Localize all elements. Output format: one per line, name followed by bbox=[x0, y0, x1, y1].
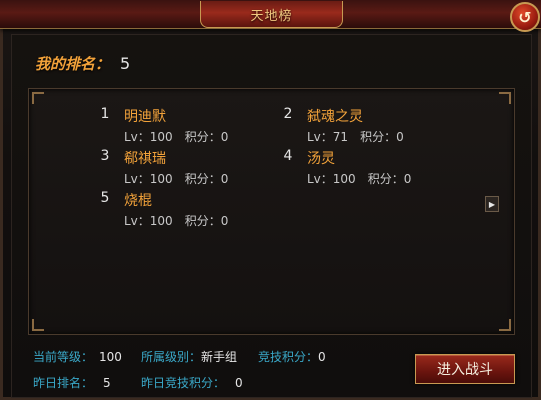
corner-ornament bbox=[499, 92, 511, 104]
player-level: Lv：100 bbox=[124, 214, 173, 228]
player-stats: Lv：100 积分：0 bbox=[124, 212, 228, 229]
rank-number: 4 bbox=[283, 148, 293, 164]
yesterday-rank-label: 昨日排名： bbox=[33, 376, 94, 390]
group: 所属级别：新手组 bbox=[141, 348, 237, 365]
player-points: 积分：0 bbox=[184, 172, 229, 186]
back-arrow-icon: ↺ bbox=[518, 7, 532, 27]
player-stats: Lv：71 积分：0 bbox=[307, 128, 404, 145]
player-level: Lv：100 bbox=[124, 172, 173, 186]
player-points: 积分：0 bbox=[184, 130, 229, 144]
player-points: 积分：0 bbox=[184, 214, 229, 228]
corner-ornament bbox=[32, 319, 44, 331]
next-page-arrow-icon[interactable]: ▶ bbox=[485, 196, 499, 212]
window-title: 天地榜 bbox=[250, 8, 293, 24]
rank-number: 5 bbox=[100, 190, 110, 206]
back-button[interactable]: ↺ bbox=[510, 2, 540, 32]
current-level: 当前等级： 100 bbox=[33, 348, 122, 365]
current-level-value: 100 bbox=[99, 350, 122, 364]
player-points: 积分：0 bbox=[367, 172, 412, 186]
yesterday-rank-value: 5 bbox=[103, 376, 111, 390]
title-plate: 天地榜 bbox=[200, 1, 343, 28]
yesterday-points: 昨日竞技积分： 0 bbox=[141, 374, 243, 391]
arena-points: 竞技积分：0 bbox=[258, 348, 326, 365]
corner-ornament bbox=[499, 319, 511, 331]
player-name: 烧棍 bbox=[124, 193, 152, 209]
player-level: Lv：100 bbox=[307, 172, 356, 186]
player-level: Lv：100 bbox=[124, 130, 173, 144]
current-level-label: 当前等级： bbox=[33, 350, 94, 364]
yesterday-points-value: 0 bbox=[235, 376, 243, 390]
corner-ornament bbox=[32, 92, 44, 104]
ranking-list bbox=[28, 88, 515, 335]
my-rank-value: 5 bbox=[120, 53, 131, 73]
enter-battle-label: 进入战斗 bbox=[437, 362, 493, 378]
title-bar: 天地榜 bbox=[0, 0, 541, 29]
player-name: 明迪默 bbox=[124, 109, 166, 125]
enter-battle-button[interactable]: 进入战斗 bbox=[415, 354, 515, 384]
my-rank-label: 我的排名： bbox=[35, 54, 111, 73]
yesterday-points-label: 昨日竞技积分： bbox=[141, 376, 226, 390]
group-label: 所属级别： bbox=[141, 350, 202, 364]
rank-number: 2 bbox=[283, 106, 293, 122]
my-rank: 我的排名： 5 bbox=[35, 52, 130, 74]
player-stats: Lv：100 积分：0 bbox=[124, 170, 228, 187]
yesterday-rank: 昨日排名： 5 bbox=[33, 374, 111, 391]
player-name: 郗祺瑞 bbox=[124, 151, 166, 167]
player-name: 汤灵 bbox=[307, 151, 335, 167]
player-points: 积分：0 bbox=[360, 130, 404, 144]
arena-points-value: 0 bbox=[318, 350, 326, 364]
player-name: 弑魂之灵 bbox=[307, 109, 363, 125]
group-value: 新手组 bbox=[201, 350, 238, 364]
rank-number: 1 bbox=[100, 106, 110, 122]
player-stats: Lv：100 积分：0 bbox=[307, 170, 411, 187]
player-level: Lv：71 bbox=[307, 130, 349, 144]
arena-points-label: 竞技积分： bbox=[258, 350, 319, 364]
player-stats: Lv：100 积分：0 bbox=[124, 128, 228, 145]
rank-number: 3 bbox=[100, 148, 110, 164]
